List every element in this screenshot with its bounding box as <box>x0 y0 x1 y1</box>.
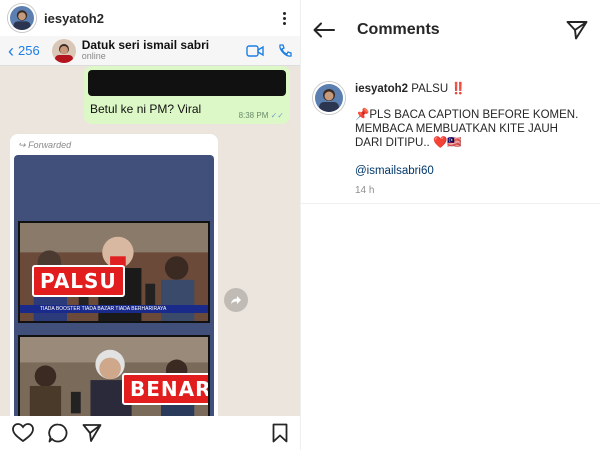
comments-header: Comments <box>301 0 600 60</box>
forwarded-label: Forwarded <box>28 140 72 150</box>
message-image <box>88 70 286 96</box>
send-icon[interactable] <box>566 20 588 40</box>
chevron-left-icon: ‹ <box>8 40 14 61</box>
bookmark-icon[interactable] <box>272 423 288 443</box>
news-ticker: TIADA BOOSTER TIADA BAZAR TIADA BERHARIR… <box>20 305 208 313</box>
forwarded-message: ↪ Forwarded PALSU TIADA BOOSTER TIADA BA… <box>10 134 218 416</box>
post-header: iesyatoh2 <box>0 0 300 36</box>
comment-time: 14 h <box>355 185 375 196</box>
comment-body: 📌PLS BACA CAPTION BEFORE KOMEN. MEMBACA … <box>355 109 579 149</box>
contact-status: online <box>81 51 106 62</box>
commenter-avatar[interactable] <box>313 82 345 114</box>
contact-avatar <box>51 38 76 63</box>
forward-arrow-icon: ↪ <box>18 140 26 150</box>
tv-screen-fake: PALSU TIADA BOOSTER TIADA BAZAR TIADA BE… <box>18 221 210 323</box>
comments-title: Comments <box>357 21 440 38</box>
instagram-post: iesyatoh2 ‹ 256 Datuk seri ismail sabri … <box>0 0 300 450</box>
comment-headline: PALSU ‼️ <box>411 83 466 95</box>
post-image[interactable]: ‹ 256 Datuk seri ismail sabri online Bet… <box>0 36 300 416</box>
avatar-photo <box>10 6 34 30</box>
phone-icon <box>279 43 292 57</box>
comment-username[interactable]: iesyatoh2 <box>355 83 408 95</box>
comment-mention[interactable]: @ismailsabri60 <box>355 164 585 178</box>
more-options-icon[interactable] <box>276 11 292 25</box>
video-call-icon <box>246 44 264 57</box>
whatsapp-chat-header: ‹ 256 Datuk seri ismail sabri online <box>0 36 300 66</box>
author-avatar[interactable] <box>8 4 36 32</box>
comment-icon[interactable] <box>48 423 68 443</box>
post-actions <box>0 416 300 450</box>
unread-count: 256 <box>18 43 40 58</box>
outgoing-message: Betul ke ni PM? Viral 8:38 PM ✓✓ <box>84 66 290 124</box>
stamp-real: BENAR <box>122 373 208 405</box>
tv-screen-real: BENAR <box>18 335 210 416</box>
back-arrow-icon[interactable] <box>313 22 335 38</box>
divider <box>301 203 600 204</box>
message-time: 8:38 PM <box>238 111 269 120</box>
stamp-fake: PALSU <box>32 265 125 297</box>
forward-share-icon <box>224 288 248 312</box>
comments-panel: Comments iesyatoh2 PALSU ‼️ 📌PLS BACA CA… <box>300 0 600 450</box>
read-check-icon: ✓✓ <box>270 111 284 120</box>
like-heart-icon[interactable] <box>12 423 34 443</box>
share-send-icon[interactable] <box>82 423 102 443</box>
post-username[interactable]: iesyatoh2 <box>44 11 104 26</box>
forwarded-image: PALSU TIADA BOOSTER TIADA BAZAR TIADA BE… <box>14 155 214 416</box>
